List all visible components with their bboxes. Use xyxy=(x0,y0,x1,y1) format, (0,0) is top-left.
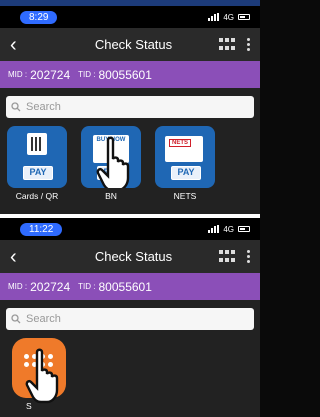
tid-value: 80055601 xyxy=(98,67,152,82)
app-bar: ‹ Check Status xyxy=(0,240,260,273)
network-label: 4G xyxy=(223,12,234,22)
kebab-menu-icon[interactable] xyxy=(247,250,250,263)
back-arrow-icon[interactable]: ‹ xyxy=(10,35,30,55)
mid-value: 202724 xyxy=(30,279,71,294)
merchant-bar: MID : 202724 TID : 80055601 xyxy=(0,273,260,300)
merchant-bar: MID : 202724 TID : 80055601 xyxy=(0,61,260,88)
status-bar: 8:29 4G xyxy=(0,6,260,28)
tid-label: TID : xyxy=(78,70,96,79)
buy-now-pay-later-icon: BUY NOW PAY xyxy=(81,126,141,188)
app-bar: ‹ Check Status xyxy=(0,28,260,61)
cards-qr-icon: PAY xyxy=(7,126,67,188)
page-title: Check Status xyxy=(94,249,173,264)
battery-icon xyxy=(238,226,250,232)
kebab-menu-icon[interactable] xyxy=(247,38,250,51)
search-placeholder: Search xyxy=(26,313,61,325)
screen-2: 11:22 4G ‹ Check Status MID : 202724 TID… xyxy=(0,218,260,417)
tile-cards-qr[interactable]: PAY Cards / QR xyxy=(6,126,68,201)
status-bar: 11:22 4G xyxy=(0,218,260,240)
back-arrow-icon[interactable]: ‹ xyxy=(10,247,30,267)
tile-label: BN xyxy=(105,191,117,201)
tile-bnpl[interactable]: BUY NOW PAY BN xyxy=(80,126,142,201)
page-title: Check Status xyxy=(94,37,173,52)
network-label: 4G xyxy=(223,224,234,234)
grid-icon[interactable] xyxy=(219,249,235,264)
orange-app-icon xyxy=(12,338,66,404)
pointing-hand-icon xyxy=(96,136,130,188)
search-input[interactable]: Search xyxy=(6,96,254,118)
mid-label: MID : xyxy=(8,282,28,291)
status-time: 11:22 xyxy=(20,222,63,236)
tile-orange[interactable]: S xyxy=(0,338,260,411)
payment-tiles: PAY Cards / QR BUY NOW PAY BN NETS PAY N… xyxy=(0,126,260,201)
pointing-hand-icon xyxy=(25,348,59,404)
screen-1: 8:29 4G ‹ Check Status MID : 202724 TID … xyxy=(0,6,260,214)
signal-icon xyxy=(208,13,220,21)
mid-value: 202724 xyxy=(30,67,71,82)
status-right: 4G xyxy=(208,225,250,234)
tile-label: NETS xyxy=(173,191,197,201)
tile-nets[interactable]: NETS PAY NETS xyxy=(154,126,216,201)
tid-label: TID : xyxy=(78,282,96,291)
search-icon xyxy=(11,102,21,112)
tid-value: 80055601 xyxy=(98,279,152,294)
search-input[interactable]: Search xyxy=(6,308,254,330)
tile-label: Cards / QR xyxy=(15,191,59,201)
search-placeholder: Search xyxy=(26,101,61,113)
search-icon xyxy=(11,314,21,324)
mid-label: MID : xyxy=(8,70,28,79)
status-right: 4G xyxy=(208,13,250,22)
grid-icon[interactable] xyxy=(219,37,235,52)
nets-icon: NETS PAY xyxy=(155,126,215,188)
battery-icon xyxy=(238,14,250,20)
status-time: 8:29 xyxy=(20,10,58,24)
signal-icon xyxy=(208,225,220,233)
